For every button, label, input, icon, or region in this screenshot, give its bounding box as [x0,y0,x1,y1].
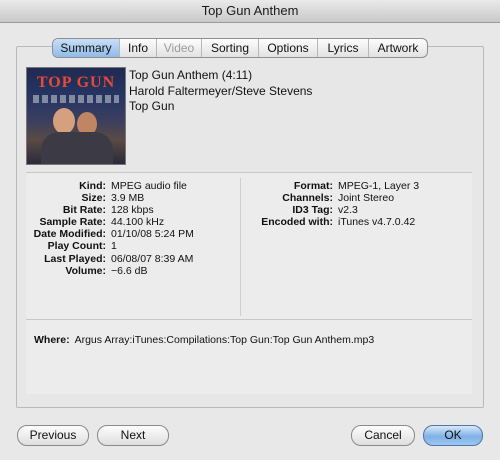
tab-lyrics[interactable]: Lyrics [317,39,368,57]
where-label: Where: [34,334,70,346]
artwork-figure [53,108,75,134]
info-row-sample-rate: Sample Rate: 44.100 kHz [26,216,194,228]
info-label: Kind: [79,180,106,192]
info-value: MPEG audio file [111,180,187,192]
file-location: Where: Argus Array:iTunes:Compilations:To… [34,334,374,346]
album-artwork: TOP GUN [26,67,126,165]
title-bar[interactable]: Top Gun Anthem [0,0,500,23]
info-value: MPEG-1, Layer 3 [338,180,420,192]
info-row-play-count: Play Count: 1 [26,240,194,252]
cancel-button[interactable]: Cancel [351,425,415,446]
next-button[interactable]: Next [97,425,169,446]
info-row-volume: Volume: −6.6 dB [26,265,194,277]
info-value: 1 [111,240,117,253]
info-label: ID3 Tag: [292,204,333,217]
info-label: Last Played: [44,252,106,265]
info-row-bit-rate: Bit Rate: 128 kbps [26,204,194,216]
get-info-window: Top Gun Anthem Summary Info Video Sortin… [0,0,500,460]
info-label: Channels: [282,192,333,205]
info-value: 06/08/07 8:39 AM [111,252,194,265]
info-label: Play Count: [47,240,106,253]
info-row-last-played: Last Played: 06/08/07 8:39 AM [26,253,194,265]
track-title: Top Gun Anthem (4:11) [129,68,253,82]
info-value: Joint Stereo [338,192,395,205]
tab-video: Video [156,39,201,57]
info-value: 3.9 MB [111,192,145,205]
where-path: Argus Array:iTunes:Compilations:Top Gun:… [74,334,375,346]
track-album: Top Gun [129,99,175,113]
info-row-format: Format: MPEG-1, Layer 3 [245,180,419,192]
column-divider [240,178,241,316]
info-row-kind: Kind: MPEG audio file [26,180,194,192]
artwork-figure-body [41,132,113,164]
info-value: 44.100 kHz [111,216,165,229]
info-value: v2.3 [338,204,358,217]
info-row-id3-tag: ID3 Tag: v2.3 [245,204,419,216]
info-label: Date Modified: [33,228,106,241]
file-info-right: Format: MPEG-1, Layer 3 Channels: Joint St… [245,180,419,228]
info-value: 01/10/08 5:24 PM [111,228,194,241]
info-label: Size: [81,192,106,205]
info-label: Encoded with: [261,216,333,229]
album-credits-strip [33,95,119,103]
ok-button[interactable]: OK [423,425,483,446]
divider [26,319,472,320]
tab-info[interactable]: Info [119,39,156,57]
divider [26,172,472,173]
track-summary: Top Gun Anthem (4:11) Harold Faltermeyer… [129,68,312,115]
info-row-encoded-with: Encoded with: iTunes v4.7.0.42 [245,216,419,228]
info-label: Bit Rate: [62,204,106,217]
info-row-size: Size: 3.9 MB [26,192,194,204]
album-logo: TOP GUN [36,74,116,91]
tab-sorting[interactable]: Sorting [201,39,258,57]
info-label: Volume: [65,264,106,277]
file-info-left: Kind: MPEG audio file Size: 3.9 MB Bit Rat… [26,180,194,277]
info-label: Format: [293,180,333,192]
previous-button[interactable]: Previous [17,425,89,446]
info-value: iTunes v4.7.0.42 [338,216,416,229]
info-label: Sample Rate: [39,216,106,229]
info-row-channels: Channels: Joint Stereo [245,192,419,204]
tab-bar: Summary Info Video Sorting Options Lyric… [52,38,428,58]
tab-artwork[interactable]: Artwork [368,39,427,57]
info-value: 128 kbps [111,204,154,217]
info-value: −6.6 dB [111,264,148,277]
info-row-date-modified: Date Modified: 01/10/08 5:24 PM [26,228,194,240]
track-artist: Harold Faltermeyer/Steve Stevens [129,83,313,98]
tab-options[interactable]: Options [258,39,317,57]
tab-summary[interactable]: Summary [53,39,119,57]
window-title: Top Gun Anthem [201,3,299,18]
